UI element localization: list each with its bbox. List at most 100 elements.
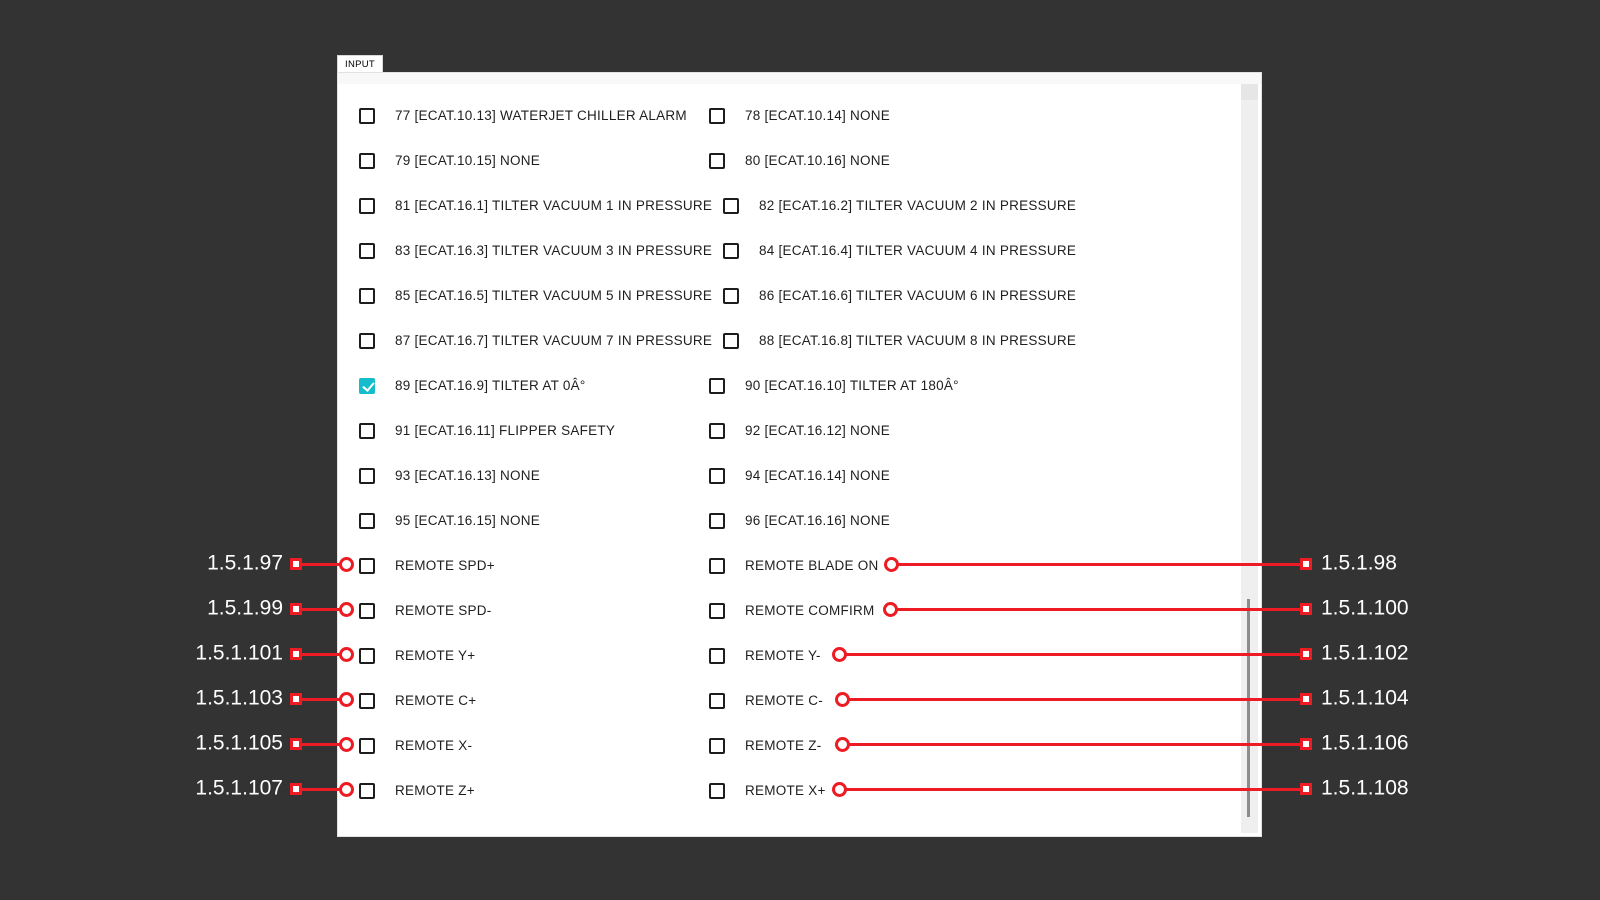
circle-marker [339, 557, 354, 572]
checkbox-label: REMOTE X+ [745, 783, 826, 798]
checkbox-row: 83 [ECAT.16.3] TILTER VACUUM 3 IN PRESSU… [359, 228, 1236, 273]
checkbox-row: 81 [ECAT.16.1] TILTER VACUUM 1 IN PRESSU… [359, 183, 1236, 228]
checkbox-label: 95 [ECAT.16.15] NONE [395, 513, 540, 528]
checkbox[interactable] [359, 693, 375, 709]
checkbox-label: REMOTE Z+ [395, 783, 475, 798]
tab-input-label: INPUT [345, 59, 375, 70]
checkbox-label: 82 [ECAT.16.2] TILTER VACUUM 2 IN PRESSU… [759, 198, 1076, 213]
checkbox[interactable] [723, 333, 739, 349]
checkbox[interactable] [709, 738, 725, 754]
checkbox[interactable] [359, 423, 375, 439]
checkbox[interactable] [709, 423, 725, 439]
circle-marker [835, 737, 850, 752]
checkbox[interactable] [723, 288, 739, 304]
row-cell: REMOTE BLADE ON [709, 558, 879, 574]
scrollbar-top-button[interactable] [1241, 84, 1258, 100]
checkbox[interactable] [359, 288, 375, 304]
callout-line [842, 743, 1306, 746]
checkbox[interactable] [709, 468, 725, 484]
row-cell: REMOTE SPD+ [359, 558, 709, 574]
annotation-label: 1.5.1.98 [1321, 551, 1397, 575]
row-cell: REMOTE C- [709, 693, 823, 709]
checkbox[interactable] [359, 333, 375, 349]
checkbox-label: 84 [ECAT.16.4] TILTER VACUUM 4 IN PRESSU… [759, 243, 1076, 258]
checkbox-label: REMOTE Y+ [395, 648, 475, 663]
row-cell: 86 [ECAT.16.6] TILTER VACUUM 6 IN PRESSU… [723, 288, 1076, 304]
checkbox[interactable] [723, 243, 739, 259]
annotation-label: 1.5.1.103 [195, 686, 283, 710]
checkbox-label: 83 [ECAT.16.3] TILTER VACUUM 3 IN PRESSU… [395, 243, 712, 258]
checkbox[interactable] [709, 783, 725, 799]
input-panel: 77 [ECAT.10.13] WATERJET CHILLER ALARM 7… [337, 72, 1262, 837]
callout-line [890, 608, 1306, 611]
checkbox[interactable] [723, 198, 739, 214]
checkbox[interactable] [709, 378, 725, 394]
checkbox[interactable] [359, 243, 375, 259]
checkbox[interactable] [709, 153, 725, 169]
row-cell: REMOTE X+ [709, 783, 826, 799]
panel-top-strip [338, 73, 1261, 84]
square-marker [1300, 648, 1312, 660]
checkbox[interactable] [359, 648, 375, 664]
checkbox[interactable] [359, 558, 375, 574]
checkbox[interactable] [359, 513, 375, 529]
checkbox[interactable] [709, 693, 725, 709]
checkbox[interactable] [359, 378, 375, 394]
checkbox-row: REMOTE Y+ REMOTE Y- [359, 633, 1236, 678]
annotation-label: 1.5.1.108 [1321, 776, 1409, 800]
square-marker [1300, 558, 1312, 570]
checkbox[interactable] [359, 108, 375, 124]
checkbox-label: 86 [ECAT.16.6] TILTER VACUUM 6 IN PRESSU… [759, 288, 1076, 303]
row-cell: REMOTE COMFIRM [709, 603, 875, 619]
checkbox-label: REMOTE SPD- [395, 603, 492, 618]
tab-input[interactable]: INPUT [337, 55, 383, 73]
callout-line [839, 788, 1306, 791]
row-cell: 88 [ECAT.16.8] TILTER VACUUM 8 IN PRESSU… [723, 333, 1076, 349]
checkbox[interactable] [709, 558, 725, 574]
checkbox[interactable] [359, 783, 375, 799]
circle-marker [884, 557, 899, 572]
row-cell: REMOTE SPD- [359, 603, 709, 619]
checkbox-row: REMOTE Z+ REMOTE X+ [359, 768, 1236, 813]
callout-line [839, 653, 1306, 656]
square-marker [1300, 738, 1312, 750]
checkbox-row: 87 [ECAT.16.7] TILTER VACUUM 7 IN PRESSU… [359, 318, 1236, 363]
row-cell: 77 [ECAT.10.13] WATERJET CHILLER ALARM [359, 108, 709, 124]
checkbox-label: REMOTE BLADE ON [745, 558, 879, 573]
circle-marker [339, 692, 354, 707]
checkbox[interactable] [359, 153, 375, 169]
row-cell: 91 [ECAT.16.11] FLIPPER SAFETY [359, 423, 709, 439]
checkbox[interactable] [709, 108, 725, 124]
checkbox-row: 89 [ECAT.16.9] TILTER AT 0Â° 90 [ECAT.16… [359, 363, 1236, 408]
checkbox-label: 85 [ECAT.16.5] TILTER VACUUM 5 IN PRESSU… [395, 288, 712, 303]
checkbox-label: 88 [ECAT.16.8] TILTER VACUUM 8 IN PRESSU… [759, 333, 1076, 348]
checkbox[interactable] [709, 513, 725, 529]
checkbox[interactable] [709, 603, 725, 619]
scrollbar-track[interactable] [1241, 84, 1258, 833]
checkbox-row: 95 [ECAT.16.15] NONE 96 [ECAT.16.16] NON… [359, 498, 1236, 543]
checkbox[interactable] [359, 198, 375, 214]
checkbox-row: REMOTE C+ REMOTE C- [359, 678, 1236, 723]
row-cell: 85 [ECAT.16.5] TILTER VACUUM 5 IN PRESSU… [359, 288, 723, 304]
checkbox-label: 77 [ECAT.10.13] WATERJET CHILLER ALARM [395, 108, 687, 123]
row-cell: 80 [ECAT.10.16] NONE [709, 153, 890, 169]
circle-marker [339, 647, 354, 662]
checkbox-label: REMOTE C+ [395, 693, 476, 708]
checkbox[interactable] [709, 648, 725, 664]
annotation-label: 1.5.1.97 [207, 551, 283, 575]
row-cell: 89 [ECAT.16.9] TILTER AT 0Â° [359, 378, 709, 394]
circle-marker [835, 692, 850, 707]
checkbox-label: 91 [ECAT.16.11] FLIPPER SAFETY [395, 423, 615, 438]
checkbox-label: REMOTE X- [395, 738, 472, 753]
checkbox-grid: 77 [ECAT.10.13] WATERJET CHILLER ALARM 7… [359, 93, 1236, 813]
checkbox[interactable] [359, 603, 375, 619]
checkbox[interactable] [359, 738, 375, 754]
circle-marker [883, 602, 898, 617]
row-cell: 84 [ECAT.16.4] TILTER VACUUM 4 IN PRESSU… [723, 243, 1076, 259]
row-cell: 78 [ECAT.10.14] NONE [709, 108, 890, 124]
annotation-label: 1.5.1.102 [1321, 641, 1409, 665]
checkbox[interactable] [359, 468, 375, 484]
row-cell: 90 [ECAT.16.10] TILTER AT 180Â° [709, 378, 959, 394]
scrollbar-thumb[interactable] [1247, 599, 1250, 817]
square-marker [1300, 693, 1312, 705]
